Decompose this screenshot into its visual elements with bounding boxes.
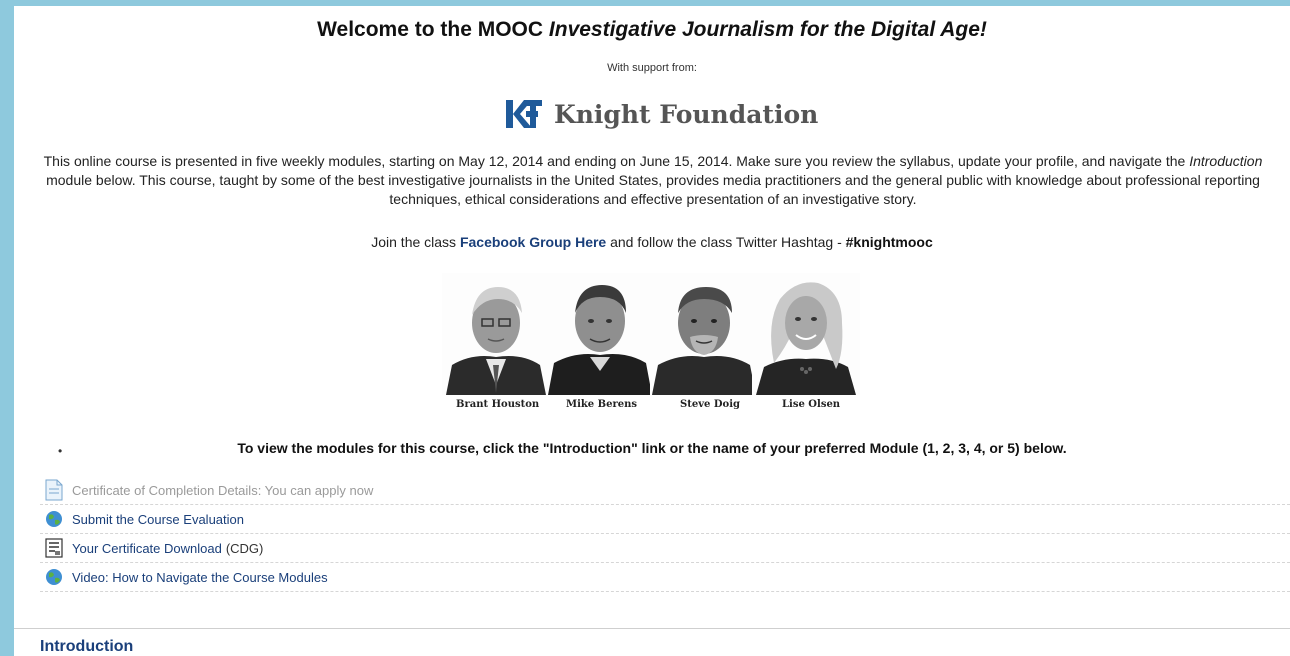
knight-foundation-logo: Knight Foundation bbox=[504, 94, 824, 134]
support-text: With support from: bbox=[607, 62, 697, 74]
instructor-name: Mike Berens bbox=[566, 399, 637, 410]
section-title-introduction[interactable]: Introduction bbox=[40, 638, 133, 656]
resource-label[interactable]: Video: How to Navigate the Course Module… bbox=[72, 570, 328, 585]
join-prefix: Join the class bbox=[371, 234, 460, 250]
course-panel: Welcome to the MOOC Investigative Journa… bbox=[14, 6, 1290, 656]
instructor-name: Steve Doig bbox=[680, 399, 740, 410]
instructor-photo-mike-berens bbox=[546, 273, 654, 395]
resource-suffix: (CDG) bbox=[225, 540, 264, 556]
page-title: Welcome to the MOOC Investigative Journa… bbox=[14, 18, 1290, 42]
section-divider bbox=[14, 628, 1290, 629]
globe-icon bbox=[44, 508, 64, 530]
resource-label[interactable]: Submit the Course Evaluation bbox=[72, 512, 244, 527]
join-middle: and follow the class Twitter Hashtag - bbox=[606, 234, 846, 250]
modules-instruction: To view the modules for this course, cli… bbox=[237, 440, 1067, 456]
title-prefix: Welcome to the MOOC bbox=[317, 18, 549, 41]
resource-item-certificate-download[interactable]: Your Certificate Download (CDG) bbox=[40, 534, 1290, 563]
resource-item-navigation-video[interactable]: Video: How to Navigate the Course Module… bbox=[40, 563, 1290, 592]
resource-list: Certificate of Completion Details: You c… bbox=[40, 476, 1290, 592]
twitter-hashtag: #knightmooc bbox=[845, 234, 933, 250]
instructor-photo-brant-houston bbox=[442, 273, 550, 395]
resource-label[interactable]: Your Certificate Download bbox=[72, 541, 222, 556]
resource-item-certificate-details[interactable]: Certificate of Completion Details: You c… bbox=[40, 476, 1290, 505]
instructor-photo-steve-doig bbox=[650, 273, 758, 395]
instructor-name: Brant Houston bbox=[456, 399, 540, 410]
certificate-icon bbox=[44, 537, 64, 559]
instructor-names: Brant Houston Mike Berens Steve Doig Lis… bbox=[442, 399, 856, 415]
join-line: Join the class Facebook Group Here and f… bbox=[14, 234, 1290, 250]
instructor-photos: Brant Houston Mike Berens Steve Doig Lis… bbox=[442, 273, 860, 418]
intro-part-2: module below. This course, taught by som… bbox=[46, 172, 1260, 207]
resource-label[interactable]: Certificate of Completion Details: You c… bbox=[72, 483, 373, 498]
kf-logo-mark-icon bbox=[506, 100, 542, 128]
course-description: This online course is presented in five … bbox=[22, 152, 1284, 209]
intro-module-name: Introduction bbox=[1189, 153, 1263, 169]
instructor-photo-lise-olsen bbox=[752, 273, 860, 395]
facebook-group-link[interactable]: Facebook Group Here bbox=[460, 234, 606, 250]
page-icon bbox=[44, 479, 64, 501]
resource-item-course-evaluation[interactable]: Submit the Course Evaluation bbox=[40, 505, 1290, 534]
globe-icon bbox=[44, 566, 64, 588]
title-course-name: Investigative Journalism for the Digital… bbox=[548, 18, 987, 41]
instructor-name: Lise Olsen bbox=[782, 399, 841, 410]
logo-name: Knight Foundation bbox=[554, 99, 819, 129]
intro-part-1: This online course is presented in five … bbox=[43, 153, 1190, 169]
